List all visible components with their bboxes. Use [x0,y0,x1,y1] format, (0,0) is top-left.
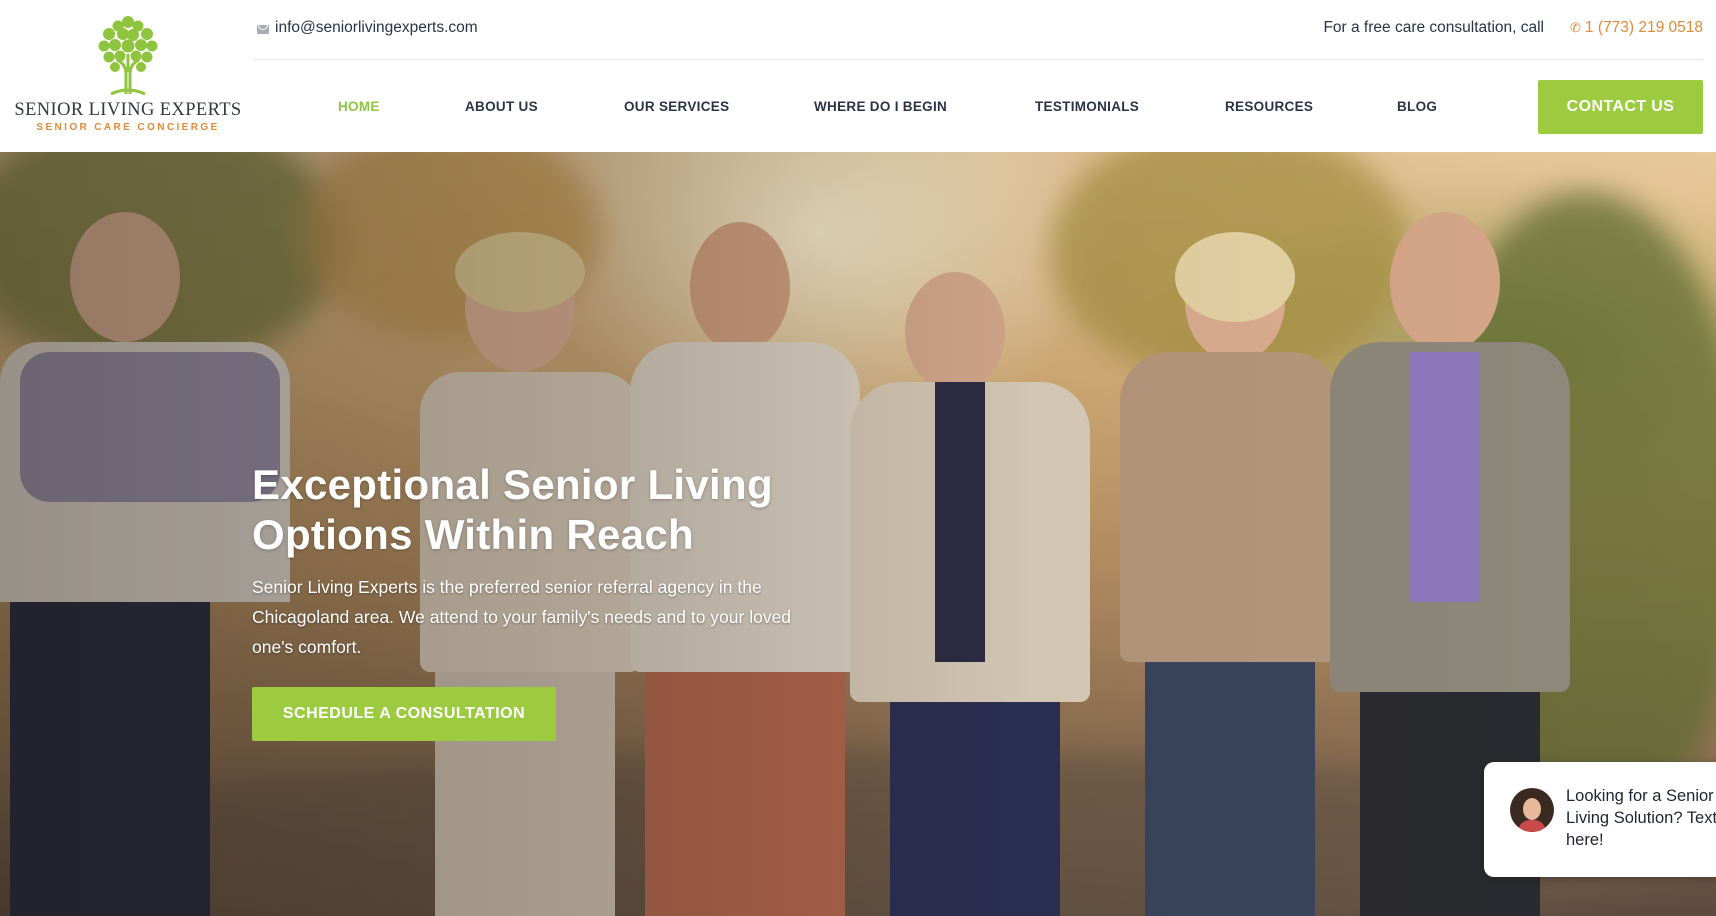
hero-description: Senior Living Experts is the preferred s… [252,577,792,657]
site-header: SENIOR LIVING EXPERTS SENIOR CARE CONCIE… [0,0,1716,152]
email-link[interactable]: info@seniorlivingexperts.com [257,19,478,37]
chat-message: Looking for a Senior Living Solution? Te… [1566,787,1716,849]
hero-title-line-2: Options Within Reach [252,511,694,558]
tree-logo-icon [98,16,158,96]
nav-item-blog[interactable]: BLOG [1397,99,1437,114]
phone-icon: ✆ [1570,20,1581,35]
nav-item-testimonials[interactable]: TESTIMONIALS [1035,99,1139,114]
nav-item-resources[interactable]: RESOURCES [1225,99,1313,114]
call-text: For a free care consultation, call [1323,19,1545,36]
hero-section: Exceptional Senior Living Options Within… [0,152,1716,916]
main-nav: HOME ABOUT US OUR SERVICES WHERE DO I BE… [253,60,1703,152]
schedule-consultation-button[interactable]: SCHEDULE A CONSULTATION [252,687,556,741]
envelope-icon [257,24,269,34]
site-logo[interactable]: SENIOR LIVING EXPERTS SENIOR CARE CONCIE… [10,14,246,136]
hero-title-line-1: Exceptional Senior Living [252,461,773,508]
email-address: info@seniorlivingexperts.com [275,19,478,36]
hero-title: Exceptional Senior Living Options Within… [252,460,812,560]
nav-item-where-do-i-begin[interactable]: WHERE DO I BEGIN [814,99,947,114]
phone-number: 1 (773) 219 0518 [1584,19,1703,36]
call-info: For a free care consultation, call ✆ 1 (… [1323,19,1703,37]
top-bar: info@seniorlivingexperts.com For a free … [253,0,1703,60]
chat-widget[interactable]: Looking for a Senior Living Solution? Te… [1484,762,1716,877]
nav-item-our-services[interactable]: OUR SERVICES [624,99,729,114]
nav-item-home[interactable]: HOME [338,99,380,114]
contact-us-button[interactable]: CONTACT US [1538,80,1703,134]
logo-title: SENIOR LIVING EXPERTS [14,100,242,120]
phone-link[interactable]: ✆ 1 (773) 219 0518 [1570,19,1703,37]
hero-content: Exceptional Senior Living Options Within… [252,460,812,741]
agent-avatar [1510,788,1554,832]
logo-tagline: SENIOR CARE CONCIERGE [36,122,220,133]
nav-item-about-us[interactable]: ABOUT US [465,99,538,114]
